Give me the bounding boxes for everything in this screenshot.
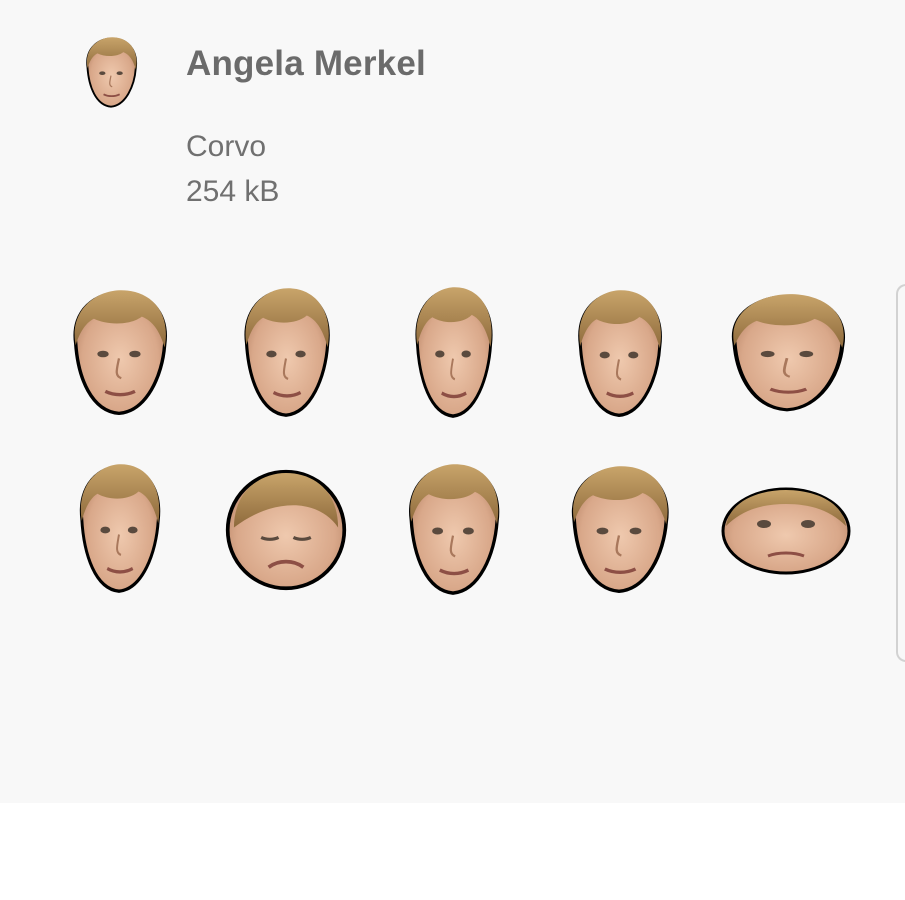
sticker-8-image [398,462,508,600]
sticker-pack-panel: Angela Merkel Corvo 254 kB [0,0,905,803]
pack-title: Angela Merkel [186,44,426,83]
sticker-10-image [721,487,851,575]
sticker-6[interactable] [70,462,168,598]
sticker-3-image [406,285,500,423]
sticker-7[interactable] [220,468,352,592]
angela-merkel-face-icon [80,36,142,110]
pack-author: Corvo [186,130,267,163]
sticker-5-image [718,292,856,416]
sticker-6-image [70,462,168,598]
sticker-2[interactable] [234,286,338,422]
sticker-1[interactable] [62,288,176,420]
sticker-1-image [62,288,176,420]
sticker-4-image [568,288,670,422]
bottom-area [0,803,905,900]
sticker-9-image [560,464,678,598]
sticker-9[interactable] [560,464,678,598]
sticker-3[interactable] [406,285,500,423]
sticker-2-image [234,286,338,422]
sticker-5[interactable] [718,292,856,416]
sticker-7-image [225,469,347,591]
scroll-indicator[interactable] [896,284,905,662]
sticker-10[interactable] [720,486,852,576]
sticker-8[interactable] [398,462,508,600]
sticker-4[interactable] [568,288,670,422]
sticker-pack-icon [80,36,142,114]
pack-size: 254 kB [186,175,280,208]
